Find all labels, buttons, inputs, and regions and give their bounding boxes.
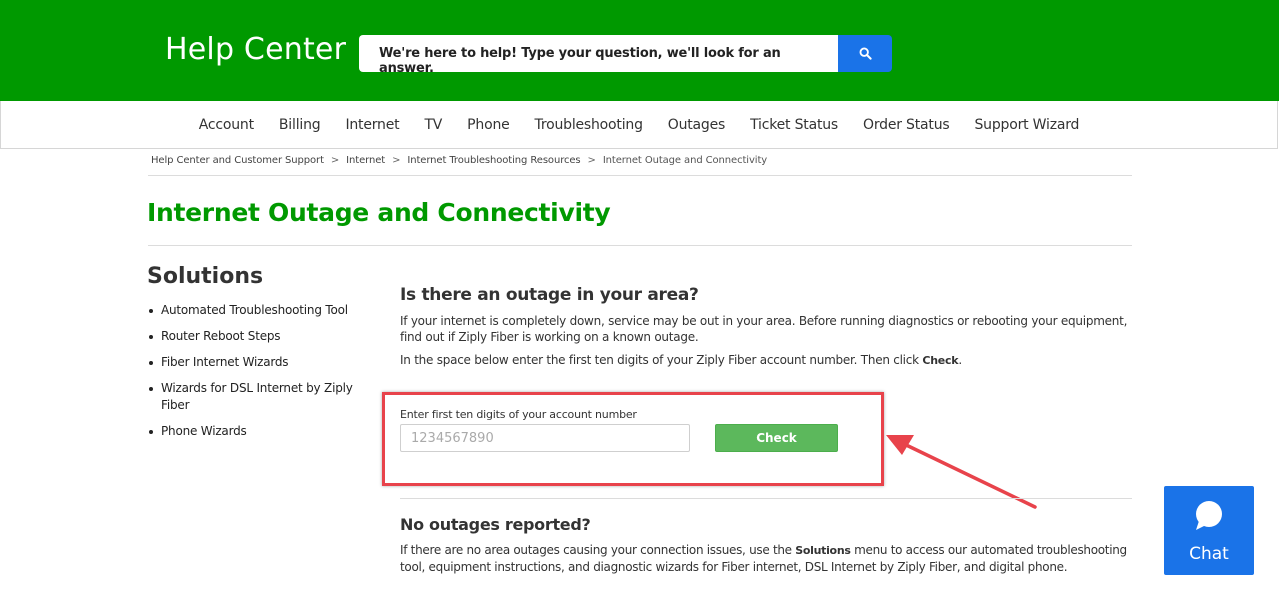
search-input[interactable]: We're here to help! Type your question, … (359, 35, 839, 76)
account-number-label: Enter first ten digits of your account n… (400, 408, 637, 421)
breadcrumb-help-center[interactable]: Help Center and Customer Support (151, 155, 324, 166)
outage-instructions: In the space below enter the first ten d… (400, 352, 1140, 369)
no-outage-text-start: If there are no area outages causing you… (400, 543, 796, 557)
help-center-title[interactable]: Help Center (165, 32, 346, 67)
no-outage-solutions-word: Solutions (795, 544, 851, 557)
outage-instructions-check: Check (922, 354, 959, 367)
main-nav: Account Billing Internet TV Phone Troubl… (0, 101, 1278, 149)
breadcrumb: Help Center and Customer Support > Interne… (151, 155, 767, 166)
nav-item-order-status[interactable]: Order Status (863, 117, 950, 133)
outage-instructions-text: In the space below enter the first ten d… (400, 353, 923, 367)
header-bar: Help Center We're here to help! Type you… (0, 0, 1279, 101)
solutions-item-dsl-wizards[interactable]: Wizards for DSL Internet by Ziply Fiber (147, 380, 357, 414)
search-placeholder: We're here to help! Type your question, … (379, 46, 781, 76)
nav-item-billing[interactable]: Billing (279, 117, 321, 133)
nav-item-internet[interactable]: Internet (345, 117, 399, 133)
outage-description: If your internet is completely down, ser… (400, 314, 1128, 344)
search-icon (859, 47, 872, 60)
nav-item-account[interactable]: Account (199, 117, 254, 133)
no-outage-description: If there are no area outages causing you… (400, 542, 1140, 575)
annotation-arrow (886, 435, 1037, 509)
solutions-list: Automated Troubleshooting Tool Router Re… (147, 302, 357, 449)
nav-item-troubleshooting[interactable]: Troubleshooting (535, 117, 643, 133)
breadcrumb-separator: > (330, 155, 340, 166)
breadcrumb-troubleshooting-resources[interactable]: Internet Troubleshooting Resources (407, 155, 580, 166)
nav-item-ticket-status[interactable]: Ticket Status (750, 117, 838, 133)
nav-item-outages[interactable]: Outages (668, 117, 726, 133)
solutions-heading: Solutions (147, 264, 264, 289)
chat-button[interactable]: Chat (1164, 486, 1254, 575)
divider (400, 498, 1132, 499)
breadcrumb-separator: > (587, 155, 596, 166)
breadcrumb-current: Internet Outage and Connectivity (602, 155, 768, 166)
check-button[interactable]: Check (715, 424, 838, 452)
search-button[interactable] (838, 35, 892, 72)
no-outage-heading: No outages reported? (400, 515, 591, 534)
divider (148, 245, 1132, 246)
nav-item-phone[interactable]: Phone (467, 117, 510, 133)
solutions-item-router-reboot[interactable]: Router Reboot Steps (147, 328, 357, 345)
solutions-item-fiber-wizards[interactable]: Fiber Internet Wizards (147, 354, 357, 371)
nav-item-tv[interactable]: TV (424, 117, 442, 133)
solutions-item-automated-troubleshooting[interactable]: Automated Troubleshooting Tool (147, 302, 357, 319)
nav-item-support-wizard[interactable]: Support Wizard (974, 117, 1079, 133)
chat-bubble-icon (1196, 501, 1222, 530)
outage-heading: Is there an outage in your area? (400, 285, 699, 305)
solutions-item-phone-wizards[interactable]: Phone Wizards (147, 423, 357, 440)
account-number-input[interactable] (400, 424, 690, 452)
page-title: Internet Outage and Connectivity (147, 198, 611, 227)
breadcrumb-separator: > (392, 155, 401, 166)
chat-label: Chat (1189, 544, 1229, 564)
breadcrumb-internet[interactable]: Internet (346, 155, 385, 166)
outage-instructions-end: . (958, 353, 962, 367)
divider (148, 175, 1132, 176)
